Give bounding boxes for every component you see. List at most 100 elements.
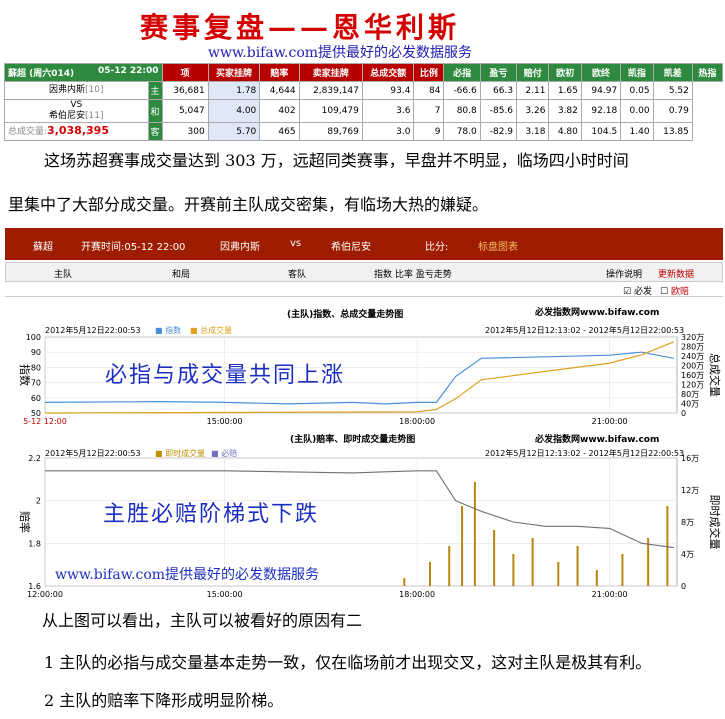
col-header: 买家挂牌	[207, 63, 261, 82]
table-cell: 3.26	[516, 99, 550, 123]
side-label: 和	[147, 99, 163, 123]
table-cell: 3.18	[516, 122, 550, 141]
away-team-label: 希伯尼安	[331, 242, 371, 253]
x-tick-label: 15:00:00	[207, 590, 243, 599]
y-right-tick-label: 12万	[681, 486, 699, 495]
table-cell: 3.6	[361, 99, 415, 123]
home-team-label: 因弗内斯	[220, 242, 260, 253]
col-header: 必指	[443, 63, 481, 82]
y-tick-label: 1.8	[28, 539, 41, 548]
tab-metrics[interactable]: 指数 比率 盈亏走势	[374, 267, 452, 280]
y-axis-label-right: 总成交量	[708, 353, 722, 397]
y-right-tick-label: 0	[681, 409, 686, 418]
x-tick-label: 18:00:00	[399, 417, 435, 426]
table-cell: 1.65	[548, 81, 582, 100]
y-right-tick-label: 40万	[681, 400, 699, 409]
home-team: 因弗内斯	[49, 85, 86, 95]
table-cell: 36,681	[161, 81, 209, 100]
score-label: 比分:	[425, 242, 449, 253]
table-cell: 94.97	[580, 81, 622, 100]
y-right-tick-label: 240万	[681, 352, 704, 361]
away-team: 希伯尼安	[49, 111, 86, 121]
chart-1-annotation: 必指与成交量共同上涨	[105, 363, 346, 388]
y-right-tick-label: 280万	[681, 343, 704, 352]
col-header: 比例	[413, 63, 445, 82]
table-cell: 0.05	[620, 81, 654, 100]
y-axis-label: 赔率	[18, 511, 32, 533]
table-cell: 78.0	[443, 122, 481, 141]
chart-2-watermark: www.bifaw.com提供最好的必发数据服务	[55, 567, 320, 583]
odds-table: 蘇超 (周六014) 05-12 22:00 项 买家挂牌 赔率 卖家挂牌 总成…	[4, 63, 724, 141]
table-cell: 4.80	[548, 122, 582, 141]
col-header: 凯指	[620, 63, 654, 82]
table-cell: 7	[413, 99, 445, 123]
match-header: 蘇超 (周六014) 05-12 22:00	[4, 63, 163, 82]
table-cell: 1.78	[207, 81, 261, 100]
table-cell: 465	[259, 122, 300, 141]
y-axis-label-right: 即时成交量	[708, 495, 722, 550]
col-header: 总成交额	[361, 63, 415, 82]
match-label: 蘇超 (周六014)	[8, 69, 75, 79]
x-tick-label: 5-12 12:00	[23, 417, 67, 426]
y-right-tick-label: 200万	[681, 362, 704, 371]
table-cell: 89,769	[298, 122, 363, 141]
table-cell: 80.8	[443, 99, 481, 123]
tab-draw[interactable]: 和局	[172, 267, 190, 280]
table-cell: 5.52	[652, 81, 693, 100]
col-header: 热指	[691, 63, 724, 82]
table-cell: -66.6	[443, 81, 481, 100]
table-cell: 93.4	[361, 81, 415, 100]
y-right-tick-label: 16万	[681, 454, 699, 463]
table-cell: 4,644	[259, 81, 300, 100]
y-right-tick-label: 160万	[681, 371, 704, 380]
paragraph-1-line-1: 这场苏超赛事成交量达到 303 万，远超同类赛事，早盘并不明显，临场四小时时间	[44, 151, 629, 170]
home-rank: [10]	[85, 85, 104, 95]
y-right-tick-label: 0	[681, 582, 686, 591]
table-row: 总成交量:3,038,395 客 300 5.70 465 89,769 3.0…	[4, 122, 723, 141]
league-label: 蘇超	[33, 242, 53, 253]
vs-label: vs	[290, 238, 302, 249]
table-cell: 300	[161, 122, 209, 141]
table-cell: 2,839,147	[298, 81, 363, 100]
x-tick-label: 21:00:00	[592, 417, 628, 426]
y-tick-label: 100	[26, 333, 41, 342]
tab-away[interactable]: 客队	[288, 267, 306, 280]
y-right-tick-label: 320万	[681, 333, 704, 342]
chart-link[interactable]: 标盘图表	[478, 238, 518, 253]
y-right-tick-label: 120万	[681, 381, 704, 390]
y-tick-label: 90	[31, 348, 41, 357]
x-tick-label: 12:00:00	[27, 590, 63, 599]
y-right-tick-label: 8万	[681, 518, 694, 527]
y-tick-label: 2.2	[28, 454, 41, 463]
col-header: 赔率	[259, 63, 300, 82]
y-axis-label: 指数	[18, 364, 32, 386]
away-rank: [11]	[85, 111, 104, 121]
table-row: VS 希伯尼安[11] 和 5,047 4.00 402 109,479 3.6…	[4, 99, 723, 123]
table-cell: 9	[413, 122, 445, 141]
page-subtitle: www.bifaw.com提供最好的必发数据服务	[208, 45, 473, 61]
chart-1-panel: (主队)指数、总成交量走势图 必发指数网www.bifaw.com 2012年5…	[5, 296, 723, 428]
x-tick-label: 18:00:00	[399, 590, 435, 599]
col-header: 欧初	[548, 63, 582, 82]
table-cell: 0.00	[620, 99, 654, 123]
chart-2-annotation: 主胜必赔阶梯式下跌	[103, 502, 320, 527]
tab-home[interactable]: 主队	[54, 267, 72, 280]
table-cell: 5.70	[207, 122, 261, 141]
x-tick-label: 21:00:00	[592, 590, 628, 599]
paragraph-4: 2 主队的赔率下降形成明显阶梯。	[44, 691, 284, 710]
paragraph-2: 从上图可以看出，主队可以被看好的原因有二	[42, 611, 363, 630]
y-tick-label: 60	[31, 394, 41, 403]
vs-label: VS	[70, 100, 83, 110]
match-bar: 蘇超 开赛时间:05-12 22:00 因弗内斯 vs 希伯尼安 比分: 标盘图…	[5, 228, 723, 260]
home-team-cell: 因弗内斯[10]	[4, 81, 149, 100]
col-header: 盈亏	[479, 63, 518, 82]
paragraph-1-line-2: 里集中了大部分成交量。开赛前主队成交密集，有临场大热的嫌疑。	[8, 195, 489, 214]
table-cell: -85.6	[479, 99, 518, 123]
help-link[interactable]: 操作说明	[606, 267, 642, 280]
table-cell: 0.79	[652, 99, 693, 123]
refresh-link[interactable]: 更新数据	[658, 267, 694, 280]
col-header: 项	[161, 63, 209, 82]
table-cell: 3.82	[548, 99, 582, 123]
y-tick-label: 2	[36, 497, 41, 506]
col-header: 卖家挂牌	[298, 63, 363, 82]
